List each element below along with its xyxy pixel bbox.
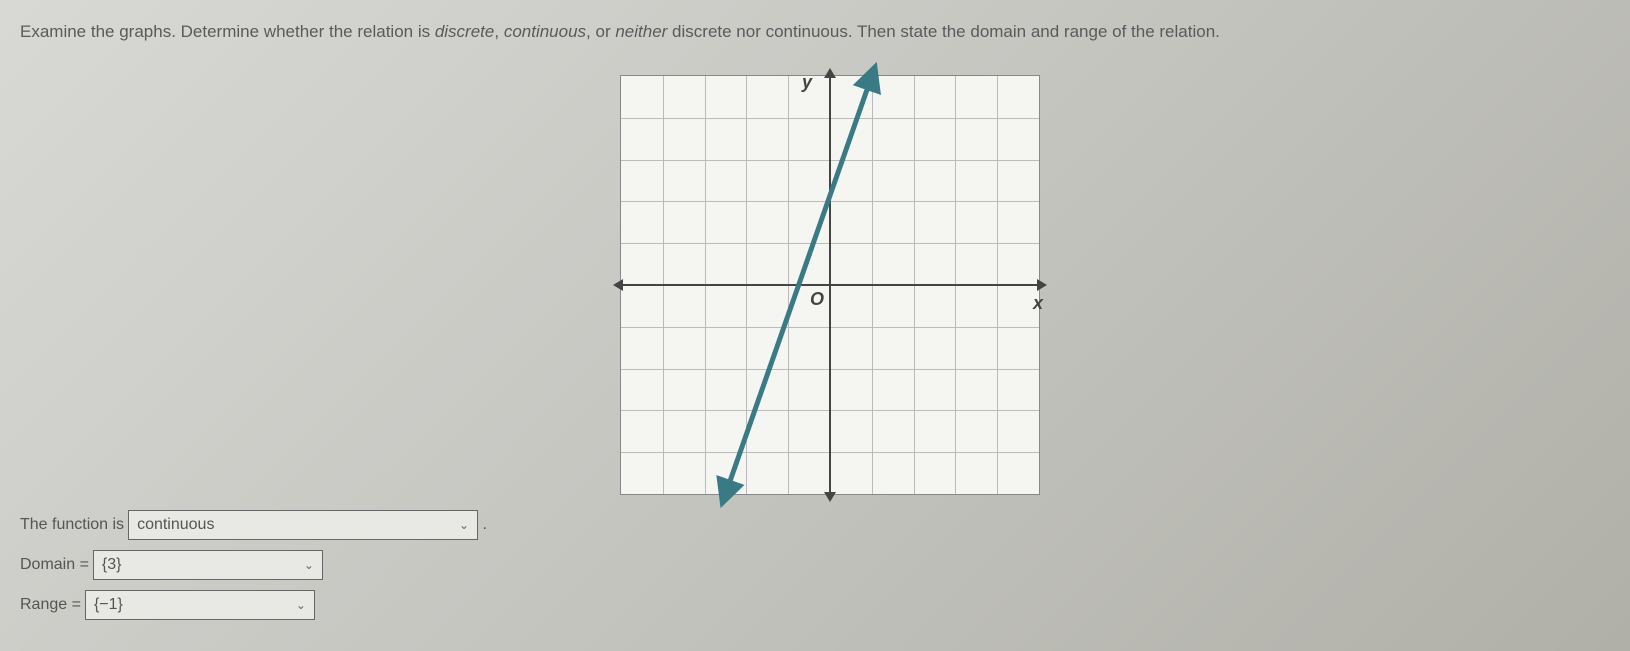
- range-select[interactable]: {−1} ⌄: [85, 590, 315, 620]
- domain-label: Domain =: [20, 556, 89, 574]
- answer-section: The function is continuous ⌄ . Domain = …: [20, 510, 487, 630]
- question-prefix: Examine the graphs. Determine whether th…: [20, 22, 435, 41]
- graph-line: [621, 76, 1039, 494]
- chevron-down-icon: ⌄: [296, 598, 306, 612]
- domain-row: Domain = {3} ⌄: [20, 550, 487, 580]
- question-italic-neither: neither: [615, 22, 667, 41]
- chevron-down-icon: ⌄: [459, 518, 469, 532]
- question-sep2: , or: [586, 22, 615, 41]
- question-prompt: Examine the graphs. Determine whether th…: [20, 20, 1610, 44]
- coordinate-graph: y x O: [620, 75, 1040, 495]
- question-suffix: discrete nor continuous. Then state the …: [667, 22, 1220, 41]
- domain-select[interactable]: {3} ⌄: [93, 550, 323, 580]
- range-value: {−1}: [94, 596, 123, 614]
- chevron-down-icon: ⌄: [304, 558, 314, 572]
- range-label: Range =: [20, 596, 81, 614]
- function-type-value: continuous: [137, 516, 214, 534]
- range-row: Range = {−1} ⌄: [20, 590, 487, 620]
- question-italic-discrete: discrete: [435, 22, 495, 41]
- domain-value: {3}: [102, 556, 122, 574]
- period: .: [478, 516, 487, 534]
- function-type-select[interactable]: continuous ⌄: [128, 510, 478, 540]
- question-sep1: ,: [494, 22, 503, 41]
- function-type-label: The function is: [20, 516, 124, 534]
- function-type-row: The function is continuous ⌄ .: [20, 510, 487, 540]
- question-italic-continuous: continuous: [504, 22, 586, 41]
